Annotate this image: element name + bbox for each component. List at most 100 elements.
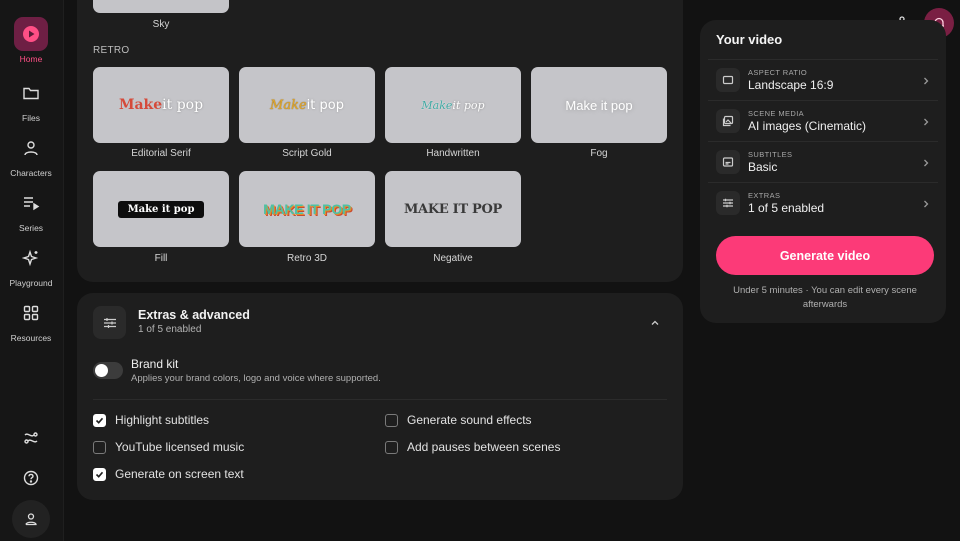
style-preview-text: MAKE IT POP (403, 201, 503, 217)
style-thumb-fill[interactable]: Make it pop (93, 171, 229, 247)
sidebar-item-home[interactable]: Home (0, 17, 62, 64)
setting-caption: EXTRAS (748, 190, 781, 200)
setting-scene-media[interactable]: SCENE MEDIA AI images (Cinematic) (708, 100, 938, 140)
your-video-panel: Your video ASPECT RATIO Landscape 16:9 S… (700, 20, 946, 323)
aspect-ratio-icon (716, 67, 740, 92)
style-label: Fill (154, 253, 168, 264)
checkbox[interactable] (385, 440, 398, 454)
style-label-sky: Sky (152, 19, 170, 30)
style-preview-text: Make (118, 97, 163, 113)
subtitles-icon (716, 149, 740, 174)
extras-subtitle: 1 of 5 enabled (138, 324, 202, 335)
sidebar-item-files[interactable]: Files (0, 76, 62, 123)
option-sound-effects[interactable]: Generate sound effects (385, 413, 532, 427)
style-label: Handwritten (426, 148, 480, 159)
chevron-up-icon[interactable] (645, 313, 665, 333)
chevron-right-icon (922, 196, 930, 214)
style-thumb-fog[interactable]: Make it pop (531, 67, 667, 143)
style-label: Fog (590, 148, 608, 159)
generate-video-button[interactable]: Generate video (716, 236, 934, 275)
setting-value: Basic (748, 159, 778, 174)
setting-text: ASPECT RATIO Landscape 16:9 (748, 68, 833, 92)
sidebar-item-resources[interactable]: Resources (0, 296, 62, 343)
style-thumb-script-gold[interactable]: Make it pop (239, 67, 375, 143)
style-preview-text: Make it pop (565, 97, 633, 113)
sidebar-item-characters[interactable]: Characters (0, 131, 62, 178)
setting-caption: SUBTITLES (748, 149, 793, 159)
sidebar-item-label: Characters (10, 168, 52, 178)
style-label: Editorial Serif (131, 148, 191, 159)
brand-kit-title: Brand kit (131, 357, 179, 371)
brand-kit-description: Applies your brand colors, logo and voic… (131, 373, 381, 384)
style-preview-text: it pop (306, 97, 344, 113)
option-label: Generate on screen text (115, 467, 244, 481)
style-preview-text: it pop (162, 97, 204, 113)
checkbox-checked[interactable] (93, 413, 106, 427)
integrations-icon[interactable] (14, 421, 48, 455)
checkbox[interactable] (93, 440, 106, 454)
style-thumb-negative[interactable]: MAKE IT POP (385, 171, 521, 247)
chevron-right-icon (922, 155, 930, 173)
sidebar-item-series[interactable]: Series (0, 186, 62, 233)
style-preview-text: Make (421, 98, 453, 112)
account-icon[interactable] (12, 500, 50, 538)
style-label: Script Gold (282, 148, 332, 159)
chevron-right-icon (922, 73, 930, 91)
grid-icon (14, 296, 48, 330)
extras-panel: Extras & advanced 1 of 5 enabled Brand k… (77, 293, 683, 500)
sidebar: Home Files Characters Series Playground … (0, 0, 64, 541)
style-thumb-handwritten[interactable]: Make it pop (385, 67, 521, 143)
option-label: Generate sound effects (407, 413, 532, 427)
style-preview-text: Make it pop (117, 200, 205, 218)
style-label: Negative (433, 253, 473, 264)
generate-note: Under 5 minutes · You can edit every sce… (733, 285, 917, 310)
style-preview-text: it pop (452, 98, 485, 112)
setting-caption: SCENE MEDIA (748, 108, 805, 118)
setting-subtitles[interactable]: SUBTITLES Basic (708, 141, 938, 181)
style-thumb-sky[interactable] (93, 0, 229, 13)
style-thumb-retro-3d[interactable]: MAKE IT POP (239, 171, 375, 247)
setting-extras[interactable]: EXTRAS 1 of 5 enabled (708, 182, 938, 222)
folder-icon (14, 76, 48, 110)
option-label: YouTube licensed music (115, 440, 245, 454)
style-preview-text: MAKE IT POP (263, 201, 351, 217)
option-youtube-music[interactable]: YouTube licensed music (93, 440, 244, 454)
sparkle-icon (14, 241, 48, 275)
sidebar-item-label: Resources (10, 333, 52, 343)
sidebar-item-playground[interactable]: Playground (0, 241, 62, 288)
chevron-right-icon (922, 114, 930, 132)
setting-value: AI images (Cinematic) (748, 118, 867, 133)
setting-value: 1 of 5 enabled (748, 200, 825, 215)
option-add-pauses[interactable]: Add pauses between scenes (385, 440, 560, 454)
play-icon (14, 17, 48, 51)
setting-value: Landscape 16:9 (748, 77, 834, 92)
option-label: Highlight subtitles (115, 413, 210, 427)
user-icon (14, 131, 48, 165)
style-preview-text: Make (270, 97, 307, 113)
toggle-knob (95, 364, 108, 377)
series-icon (14, 186, 48, 220)
help-icon[interactable] (14, 461, 48, 495)
setting-text: SCENE MEDIA AI images (Cinematic) (748, 109, 866, 133)
brand-kit-toggle[interactable] (93, 362, 123, 379)
checkbox-checked[interactable] (93, 467, 106, 481)
setting-text: SUBTITLES Basic (748, 150, 792, 174)
sidebar-item-label: Home (19, 54, 43, 64)
checkbox[interactable] (385, 413, 398, 427)
sliders-icon (716, 190, 740, 215)
divider (93, 399, 667, 400)
option-highlight-subtitles[interactable]: Highlight subtitles (93, 413, 209, 427)
setting-caption: ASPECT RATIO (748, 67, 808, 77)
sidebar-item-label: Files (22, 113, 40, 123)
style-label: Retro 3D (286, 253, 327, 264)
subtitle-style-panel: Sky RETRO Make it pop Editorial Serif Ma… (77, 0, 683, 282)
sidebar-item-label: Playground (9, 278, 53, 288)
your-video-title: Your video (716, 32, 783, 47)
setting-text: EXTRAS 1 of 5 enabled (748, 191, 824, 215)
style-thumb-editorial-serif[interactable]: Make it pop (93, 67, 229, 143)
sidebar-item-label: Series (18, 223, 44, 233)
option-on-screen-text[interactable]: Generate on screen text (93, 467, 244, 481)
media-icon (716, 108, 740, 133)
section-label-retro: RETRO (93, 45, 130, 56)
setting-aspect-ratio[interactable]: ASPECT RATIO Landscape 16:9 (708, 59, 938, 99)
